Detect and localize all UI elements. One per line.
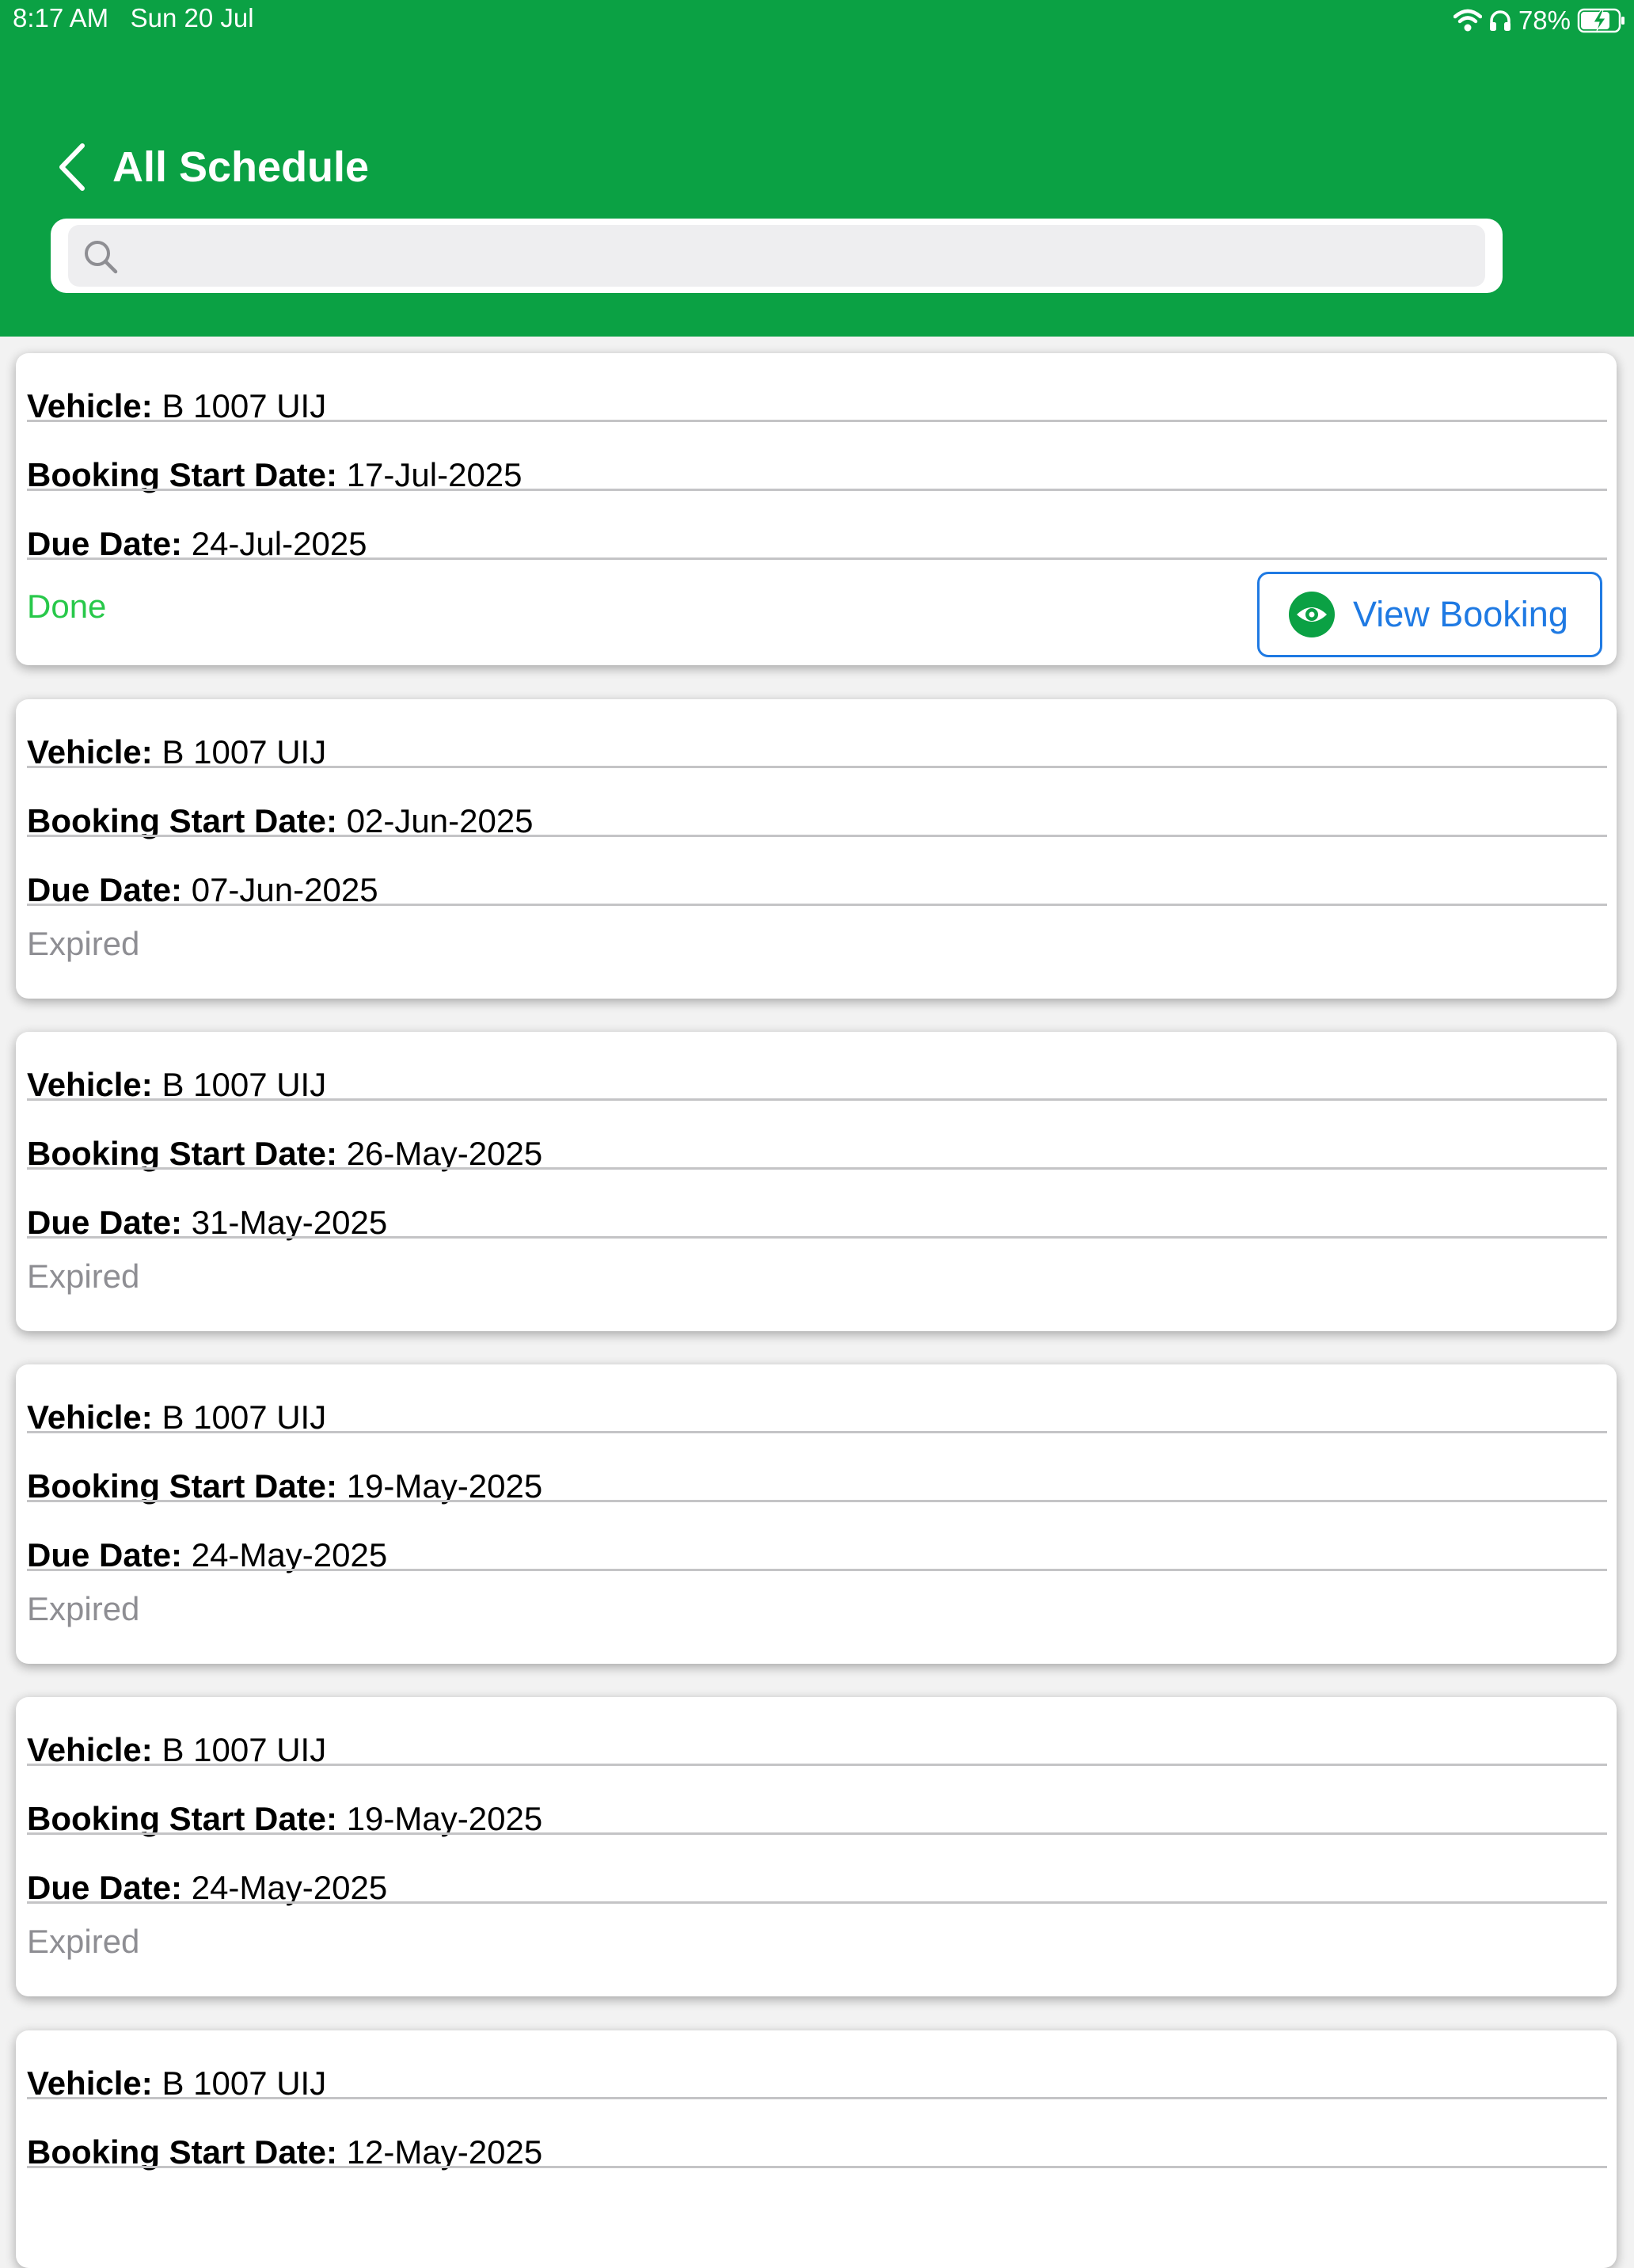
booking-start-label: Booking Start Date:	[27, 2133, 338, 2171]
booking-card: Vehicle: B 1007 UIJ Booking Start Date: …	[16, 353, 1617, 665]
vehicle-row: Vehicle: B 1007 UIJ	[27, 1716, 1607, 1784]
vehicle-label: Vehicle:	[27, 1398, 153, 1436]
booking-start-label: Booking Start Date:	[27, 456, 338, 493]
status-badge: Done	[27, 588, 107, 625]
page-title: All Schedule	[112, 143, 370, 191]
divider	[27, 835, 1607, 837]
headphones-icon	[1488, 9, 1512, 32]
divider	[27, 766, 1607, 768]
divider	[27, 1431, 1607, 1433]
booking-card: Vehicle: B 1007 UIJ Booking Start Date: …	[16, 2030, 1617, 2268]
due-date-label: Due Date:	[27, 525, 183, 562]
booking-start-value: 17-Jul-2025	[346, 456, 522, 493]
vehicle-row: Vehicle: B 1007 UIJ	[27, 1051, 1607, 1119]
status-badge: Expired	[27, 1923, 140, 1960]
booking-start-value: 19-May-2025	[346, 1800, 543, 1837]
divider	[27, 1500, 1607, 1502]
status-badge: Expired	[27, 1590, 140, 1627]
vehicle-value: B 1007 UIJ	[162, 1066, 327, 1103]
status-badge: Expired	[27, 1258, 140, 1295]
search-bar	[51, 219, 1503, 293]
due-date-row: Due Date: 24-May-2025	[27, 1521, 1607, 1589]
vehicle-label: Vehicle:	[27, 2064, 153, 2102]
eye-icon	[1288, 591, 1336, 638]
due-date-value: 07-Jun-2025	[191, 871, 378, 908]
due-date-row: Due Date: 24-May-2025	[27, 1854, 1607, 1922]
vehicle-value: B 1007 UIJ	[162, 733, 327, 771]
divider	[27, 1569, 1607, 1571]
back-button[interactable]	[54, 139, 93, 195]
vehicle-value: B 1007 UIJ	[162, 1731, 327, 1768]
vehicle-label: Vehicle:	[27, 733, 153, 771]
booking-start-value: 26-May-2025	[346, 1135, 543, 1172]
due-date-label: Due Date:	[27, 871, 183, 908]
divider	[27, 1098, 1607, 1101]
booking-start-label: Booking Start Date:	[27, 1135, 338, 1172]
booking-start-label: Booking Start Date:	[27, 1800, 338, 1837]
due-date-value: 24-May-2025	[191, 1869, 388, 1906]
vehicle-row: Vehicle: B 1007 UIJ	[27, 2049, 1607, 2118]
search-input[interactable]	[131, 225, 1472, 288]
due-date-row: Due Date: 07-Jun-2025	[27, 856, 1607, 924]
search-icon	[85, 241, 118, 274]
booking-start-row: Booking Start Date: 19-May-2025	[27, 1452, 1607, 1520]
divider	[27, 1167, 1607, 1170]
booking-start-value: 02-Jun-2025	[346, 802, 534, 839]
vehicle-value: B 1007 UIJ	[162, 387, 327, 424]
due-date-label: Due Date:	[27, 1869, 183, 1906]
booking-start-value: 12-May-2025	[346, 2133, 543, 2171]
divider	[27, 1764, 1607, 1766]
divider	[27, 420, 1607, 422]
wifi-icon	[1453, 9, 1482, 32]
battery-percent: 78%	[1518, 6, 1571, 35]
vehicle-value: B 1007 UIJ	[162, 2064, 327, 2102]
booking-start-label: Booking Start Date:	[27, 1467, 338, 1505]
due-date-value: 24-May-2025	[191, 1536, 388, 1574]
status-bar-indicators: 78%	[1453, 3, 1626, 38]
vehicle-row: Vehicle: B 1007 UIJ	[27, 718, 1607, 786]
divider	[27, 1832, 1607, 1835]
vehicle-label: Vehicle:	[27, 1731, 153, 1768]
booking-start-row: Booking Start Date: 26-May-2025	[27, 1120, 1607, 1188]
booking-card: Vehicle: B 1007 UIJ Booking Start Date: …	[16, 1364, 1617, 1664]
divider	[27, 489, 1607, 491]
divider	[27, 1901, 1607, 1904]
due-date-label: Due Date:	[27, 1204, 183, 1241]
due-date-row: Due Date: 24-Jul-2025	[27, 510, 1607, 578]
divider	[27, 1236, 1607, 1239]
search-field-container[interactable]	[68, 225, 1485, 288]
booking-start-row: Booking Start Date: 02-Jun-2025	[27, 787, 1607, 855]
booking-start-label: Booking Start Date:	[27, 802, 338, 839]
due-date-row: Due Date: 31-May-2025	[27, 1189, 1607, 1257]
status-bar-time: 8:17 AM Sun 20 Jul	[13, 3, 254, 32]
booking-start-row: Booking Start Date: 19-May-2025	[27, 1785, 1607, 1853]
vehicle-row: Vehicle: B 1007 UIJ	[27, 372, 1607, 440]
chevron-left-icon	[59, 143, 85, 191]
vehicle-value: B 1007 UIJ	[162, 1398, 327, 1436]
booking-card: Vehicle: B 1007 UIJ Booking Start Date: …	[16, 1032, 1617, 1331]
booking-card: Vehicle: B 1007 UIJ Booking Start Date: …	[16, 1697, 1617, 1996]
booking-start-row: Booking Start Date: 17-Jul-2025	[27, 441, 1607, 509]
due-date-value: 31-May-2025	[191, 1204, 388, 1241]
booking-start-value: 19-May-2025	[346, 1467, 543, 1505]
divider	[27, 2166, 1607, 2168]
divider	[27, 2097, 1607, 2099]
view-booking-button[interactable]: View Booking	[1257, 572, 1602, 657]
due-date-label: Due Date:	[27, 1536, 183, 1574]
vehicle-label: Vehicle:	[27, 387, 153, 424]
booking-start-row: Booking Start Date: 12-May-2025	[27, 2118, 1607, 2186]
booking-card: Vehicle: B 1007 UIJ Booking Start Date: …	[16, 699, 1617, 999]
vehicle-label: Vehicle:	[27, 1066, 153, 1103]
battery-charging-icon	[1577, 7, 1626, 34]
due-date-value: 24-Jul-2025	[191, 525, 367, 562]
vehicle-row: Vehicle: B 1007 UIJ	[27, 1383, 1607, 1452]
status-badge: Expired	[27, 925, 140, 962]
app-header: 8:17 AM Sun 20 Jul 78% All Schedule	[0, 0, 1634, 337]
divider	[27, 904, 1607, 906]
view-booking-label: View Booking	[1353, 594, 1568, 634]
divider	[27, 557, 1607, 560]
